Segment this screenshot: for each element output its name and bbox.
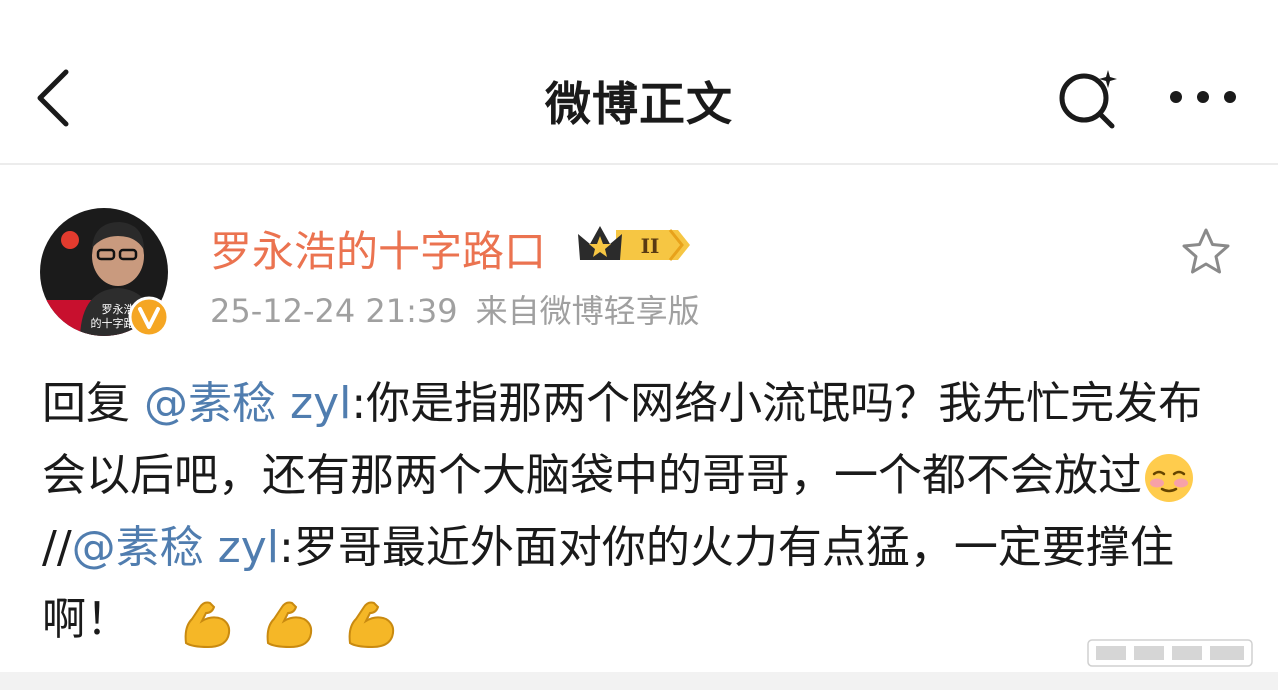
star-outline-icon[interactable]	[1180, 226, 1232, 278]
shy-blush-emoji-icon	[1145, 454, 1193, 502]
reply-prefix: 回复	[42, 378, 130, 429]
mention-link[interactable]: @素稔 zyl	[72, 522, 279, 573]
mention-link[interactable]: @素稔 zyl	[144, 378, 351, 429]
top-nav-bar: 微博正文	[0, 0, 1278, 165]
member-crown-badge-icon[interactable]: II	[576, 222, 694, 268]
post-content: 回复 @素稔 zyl:你是指那两个网络小流氓吗？我先忙完发布会以后吧，还有那两个…	[42, 368, 1242, 656]
verified-badge-icon	[128, 296, 170, 338]
watermark-icon	[1087, 639, 1253, 667]
flexed-biceps-emoji-icon	[184, 601, 231, 649]
post-meta: 25-12-24 21:39 来自微博轻享版	[210, 286, 700, 332]
author-name[interactable]: 罗永浩的十字路口	[210, 218, 546, 279]
post-time: 25-12-24 21:39	[210, 292, 458, 330]
more-options-icon[interactable]	[1168, 82, 1238, 112]
flexed-biceps-emoji-icon	[348, 601, 395, 649]
svg-text:II: II	[641, 234, 660, 258]
flexed-biceps-emoji-icon	[266, 601, 313, 649]
repost-separator: //	[42, 522, 72, 573]
nav-divider	[0, 163, 1278, 165]
post-source: 来自微博轻享版	[475, 292, 700, 330]
bottom-divider	[0, 672, 1278, 690]
search-icon[interactable]	[1054, 66, 1124, 132]
